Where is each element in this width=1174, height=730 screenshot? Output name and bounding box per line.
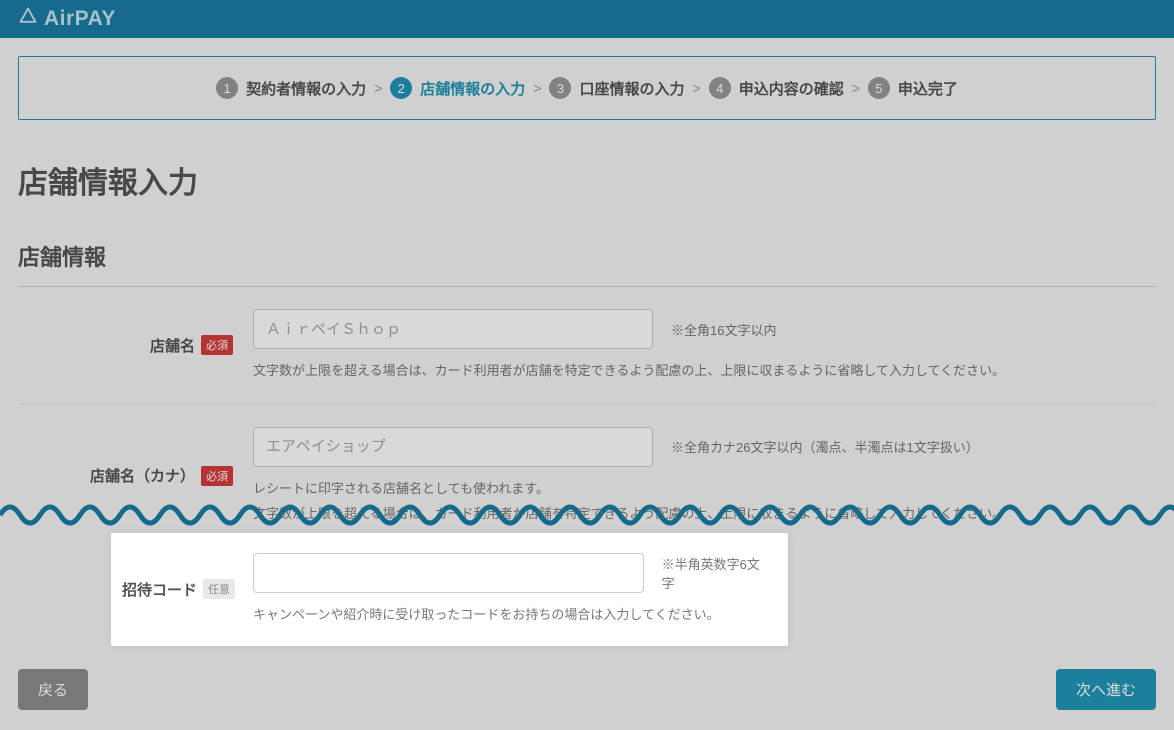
store-name-label: 店舗名 bbox=[150, 335, 195, 356]
step-5-label: 申込完了 bbox=[898, 78, 958, 99]
required-badge: 必須 bbox=[201, 466, 233, 486]
progress-stepper: 1 契約者情報の入力 > 2 店舗情報の入力 > 3 口座情報の入力 > 4 申… bbox=[18, 56, 1156, 120]
footer-buttons: 戻る 次へ進む bbox=[18, 669, 1156, 710]
step-1: 1 契約者情報の入力 bbox=[216, 77, 366, 99]
step-5-circle: 5 bbox=[868, 77, 890, 99]
step-2-circle: 2 bbox=[390, 77, 412, 99]
step-separator: > bbox=[533, 80, 541, 96]
invite-code-desc: キャンペーンや紹介時に受け取ったコードをお持ちの場合は入力してください。 bbox=[253, 605, 770, 626]
back-button[interactable]: 戻る bbox=[18, 669, 88, 710]
input-line: ※半角英数字6文字 bbox=[253, 553, 770, 593]
step-5: 5 申込完了 bbox=[868, 77, 958, 99]
step-2: 2 店舗情報の入力 bbox=[390, 77, 525, 99]
step-2-label: 店舗情報の入力 bbox=[420, 78, 525, 99]
input-line: ※全角16文字以内 bbox=[253, 309, 1156, 349]
store-name-input[interactable] bbox=[253, 309, 653, 349]
store-name-row: 店舗名 必須 ※全角16文字以内 文字数が上限を超える場合は、カード利用者が店舗… bbox=[18, 287, 1156, 405]
step-4-circle: 4 bbox=[709, 77, 731, 99]
step-1-label: 契約者情報の入力 bbox=[246, 78, 366, 99]
store-name-input-col: ※全角16文字以内 文字数が上限を超える場合は、カード利用者が店舗を特定できるよ… bbox=[253, 309, 1156, 382]
invite-code-hint: ※半角英数字6文字 bbox=[662, 554, 770, 592]
logo-icon bbox=[18, 6, 38, 32]
main-content: 1 契約者情報の入力 > 2 店舗情報の入力 > 3 口座情報の入力 > 4 申… bbox=[0, 38, 1174, 564]
optional-badge: 任意 bbox=[203, 579, 235, 599]
app-header: AirPAY bbox=[0, 0, 1174, 38]
brand-text: AirPAY bbox=[44, 7, 116, 31]
store-name-kana-input[interactable] bbox=[253, 427, 653, 467]
step-4-label: 申込内容の確認 bbox=[739, 78, 844, 99]
store-name-kana-label: 店舗名（カナ） bbox=[90, 465, 195, 486]
step-1-circle: 1 bbox=[216, 77, 238, 99]
invite-code-label-col: 招待コード 任意 bbox=[111, 553, 235, 626]
store-name-hint: ※全角16文字以内 bbox=[671, 320, 776, 339]
step-4: 4 申込内容の確認 bbox=[709, 77, 844, 99]
invite-code-label: 招待コード bbox=[122, 579, 197, 600]
store-name-desc: 文字数が上限を超える場合は、カード利用者が店舗を特定できるよう配慮の上、上限に収… bbox=[253, 361, 1156, 382]
step-3-label: 口座情報の入力 bbox=[579, 78, 684, 99]
wave-divider bbox=[0, 495, 1174, 533]
invite-code-row: 招待コード 任意 ※半角英数字6文字 キャンペーンや紹介時に受け取ったコードをお… bbox=[111, 553, 770, 626]
store-name-kana-hint: ※全角カナ26文字以内（濁点、半濁点は1文字扱い） bbox=[671, 437, 979, 456]
step-3: 3 口座情報の入力 bbox=[549, 77, 684, 99]
invite-code-input[interactable] bbox=[253, 553, 644, 593]
page-title: 店舗情報入力 bbox=[18, 158, 1156, 202]
step-3-circle: 3 bbox=[549, 77, 571, 99]
invite-code-input-col: ※半角英数字6文字 キャンペーンや紹介時に受け取ったコードをお持ちの場合は入力し… bbox=[235, 553, 770, 626]
required-badge: 必須 bbox=[201, 335, 233, 355]
step-separator: > bbox=[852, 80, 860, 96]
input-line: ※全角カナ26文字以内（濁点、半濁点は1文字扱い） bbox=[253, 427, 1156, 467]
invite-code-card: 招待コード 任意 ※半角英数字6文字 キャンペーンや紹介時に受け取ったコードをお… bbox=[111, 533, 788, 646]
brand-logo: AirPAY bbox=[18, 6, 116, 32]
step-separator: > bbox=[693, 80, 701, 96]
store-name-label-col: 店舗名 必須 bbox=[18, 309, 253, 382]
step-separator: > bbox=[374, 80, 382, 96]
next-button[interactable]: 次へ進む bbox=[1056, 669, 1156, 710]
section-title: 店舗情報 bbox=[18, 240, 1156, 272]
